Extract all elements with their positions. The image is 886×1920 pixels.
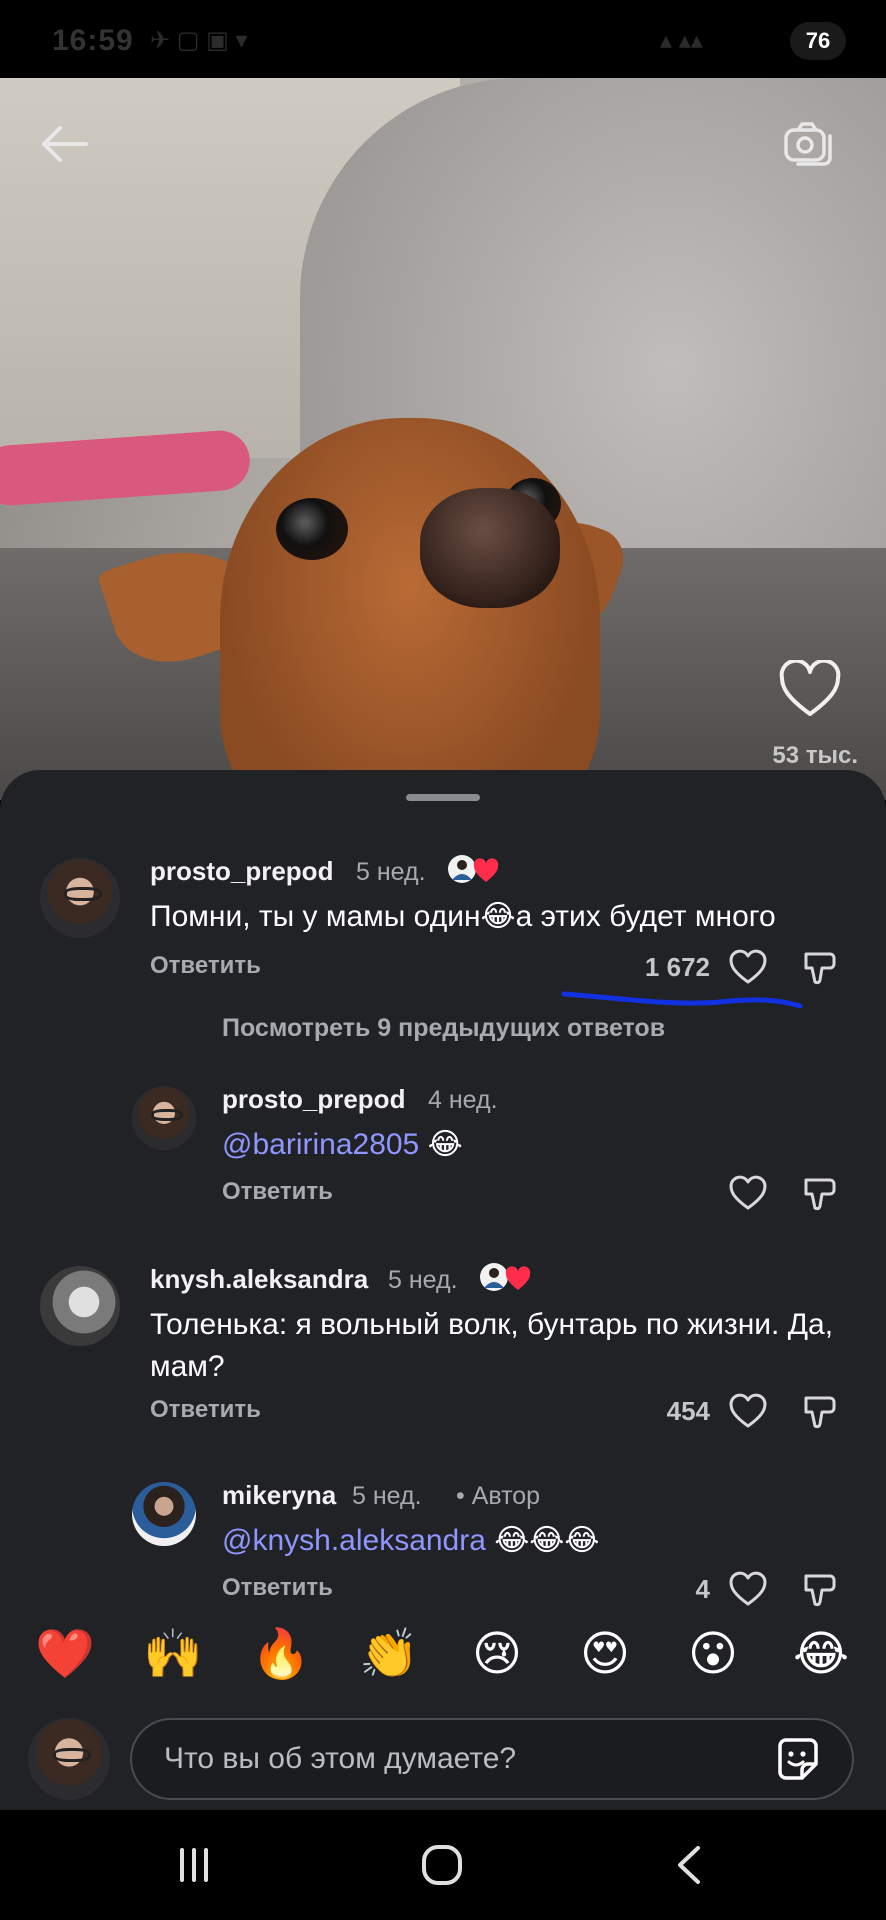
avatar[interactable] xyxy=(132,1482,196,1546)
emoji-heart[interactable]: ❤️ xyxy=(34,1624,96,1686)
comment-username[interactable]: prosto_prepod xyxy=(150,856,333,887)
reply-like-count: 4 xyxy=(695,1574,710,1604)
status-bar: 16:59 ✈ ▢ ▣ ▾ ▴ ▴▴ 76 xyxy=(0,0,886,78)
comment-input[interactable]: Что вы об этом думаете? xyxy=(130,1718,854,1800)
emoji-laughing[interactable]: 😂 xyxy=(790,1624,852,1686)
author-tag: • Автор xyxy=(456,1482,541,1510)
reply-username[interactable]: mikeryna xyxy=(222,1480,336,1511)
sheet-handle[interactable] xyxy=(406,794,480,801)
heart-icon[interactable] xyxy=(728,948,768,986)
reply-text: @baririna2805 😂 xyxy=(222,1124,822,1166)
heart-icon[interactable] xyxy=(728,1570,768,1608)
sticker-icon[interactable] xyxy=(772,1734,824,1786)
comment-username[interactable]: knysh.aleksandra xyxy=(150,1264,368,1295)
comment-like-count: 454 xyxy=(666,1396,710,1426)
reply-button[interactable]: Ответить xyxy=(150,952,261,980)
comment-input-placeholder: Что вы об этом думаете? xyxy=(164,1742,517,1775)
video-player[interactable] xyxy=(0,78,886,800)
dog xyxy=(220,418,600,800)
mention-link[interactable]: @knysh.aleksandra xyxy=(222,1524,486,1557)
author-liked-badge-icon xyxy=(480,1263,531,1291)
emoji-crying[interactable]: 😢 xyxy=(466,1624,528,1686)
reply-emoji: 😂 xyxy=(419,1128,463,1161)
dog-eye-left xyxy=(276,498,348,560)
dog-nose xyxy=(420,488,560,608)
emoji-raised-hands[interactable]: 🙌 xyxy=(142,1624,204,1686)
comment-text: Помни, ты у мамы один😂а этих будет много xyxy=(150,900,776,933)
nav-back-icon[interactable] xyxy=(660,1840,720,1890)
comment-age: 5 нед. xyxy=(356,858,426,886)
dislike-icon[interactable] xyxy=(800,1174,840,1212)
my-avatar xyxy=(28,1718,110,1800)
reply-emoji: 😂😂😂 xyxy=(485,1524,600,1557)
avatar[interactable] xyxy=(40,858,120,938)
comment-text: Толенька: я вольный волк, бунтарь по жиз… xyxy=(150,1308,834,1383)
heart-icon[interactable] xyxy=(728,1392,768,1430)
status-time: 16:59 xyxy=(52,24,134,57)
see-previous-replies-button[interactable]: Посмотреть 9 предыдущих ответов xyxy=(222,1014,665,1043)
signal-icons: ▴ ▴▴ xyxy=(660,27,703,54)
system-nav-bar xyxy=(0,1810,886,1920)
notification-icons: ✈ ▢ ▣ ▾ xyxy=(150,27,248,54)
emoji-fire[interactable]: 🔥 xyxy=(250,1624,312,1686)
hand-drawn-underline xyxy=(561,991,803,1009)
video-like-count: 53 тыс. xyxy=(772,742,858,769)
reply-age: 5 нед. xyxy=(352,1482,422,1510)
back-arrow-icon[interactable] xyxy=(36,116,92,172)
camera-icon[interactable] xyxy=(780,116,836,172)
emoji-reaction-bar: ❤️ 🙌 🔥 👏 😢 😍 😮 😂 xyxy=(0,1624,886,1694)
author-liked-badge-icon xyxy=(448,855,499,883)
home-icon[interactable] xyxy=(412,1840,472,1890)
reply-username[interactable]: prosto_prepod xyxy=(222,1084,405,1115)
recent-apps-icon[interactable] xyxy=(164,1840,224,1890)
dislike-icon[interactable] xyxy=(800,1570,840,1608)
comment-age: 5 нед. xyxy=(388,1266,458,1294)
avatar[interactable] xyxy=(40,1266,120,1346)
reply-button[interactable]: Ответить xyxy=(150,1396,261,1424)
heart-icon[interactable] xyxy=(728,1174,768,1212)
emoji-clapping[interactable]: 👏 xyxy=(358,1624,420,1686)
heart-icon[interactable] xyxy=(778,660,842,718)
emoji-heart-eyes[interactable]: 😍 xyxy=(574,1624,636,1686)
dislike-icon[interactable] xyxy=(800,948,840,986)
mention-link[interactable]: @baririna2805 xyxy=(222,1128,419,1161)
reply-button[interactable]: Ответить xyxy=(222,1178,333,1206)
emoji-surprised[interactable]: 😮 xyxy=(682,1624,744,1686)
comment-like-count: 1 672 xyxy=(644,952,710,982)
reply-text: @knysh.aleksandra 😂😂😂 xyxy=(222,1520,842,1562)
reply-button[interactable]: Ответить xyxy=(222,1574,333,1602)
reply-age: 4 нед. xyxy=(428,1086,498,1114)
dislike-icon[interactable] xyxy=(800,1392,840,1430)
avatar[interactable] xyxy=(132,1086,196,1150)
battery-indicator: 76 xyxy=(790,22,846,60)
